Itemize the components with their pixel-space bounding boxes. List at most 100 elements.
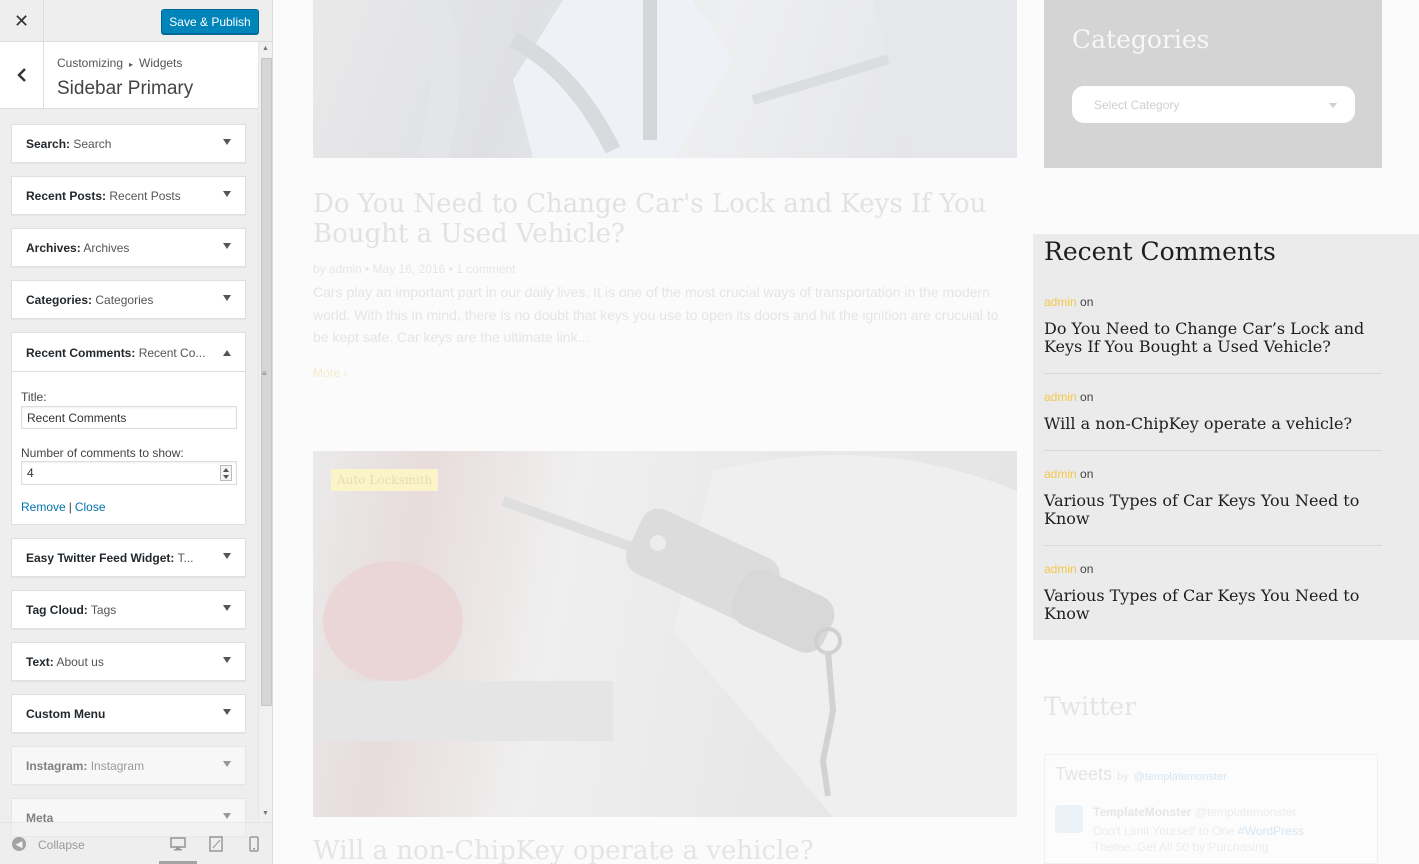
widget-type: Easy Twitter Feed Widget: (26, 551, 175, 565)
expand-arrow-icon[interactable] (223, 605, 231, 611)
comment-author-link[interactable]: admin (1044, 467, 1077, 481)
comment-on-text: on (1076, 562, 1094, 576)
expand-arrow-icon[interactable] (223, 709, 231, 715)
widget-archives[interactable]: Archives: Archives (11, 228, 246, 267)
title-input[interactable]: Recent Comments (21, 406, 237, 429)
widget-title: Archives (83, 241, 130, 255)
number-field-label: Number of comments to show: (21, 446, 184, 460)
tablet-preview-icon[interactable] (209, 836, 223, 852)
comment-author-link[interactable]: admin (1044, 390, 1077, 404)
widget-recent-comments-header[interactable]: Recent Comments: Recent Co... (12, 333, 245, 372)
desktop-preview-icon[interactable] (170, 836, 186, 852)
tweet-text: Don't Limit Yourself to One #WordPress T… (1093, 823, 1343, 855)
scroll-thumb[interactable] (261, 58, 272, 706)
category-select[interactable]: Select Category (1072, 86, 1355, 123)
widget-title: Tags (90, 603, 117, 617)
close-customizer-button[interactable]: ✕ (0, 0, 44, 42)
widget-type: Categories: (26, 293, 93, 307)
widget-title: About us (56, 655, 104, 669)
widget-title: Recent Co... (138, 346, 206, 360)
widget-categories[interactable]: Categories: Categories (11, 280, 246, 319)
list-item: admin on Do You Need to Change Car’s Loc… (1044, 295, 1382, 356)
widget-search[interactable]: Search: Search (11, 124, 246, 163)
close-link[interactable]: Close (75, 500, 106, 514)
back-button[interactable] (0, 42, 44, 108)
chevron-down-icon (1329, 103, 1337, 108)
expand-arrow-icon[interactable] (223, 553, 231, 559)
categories-widget: Categories Select Category (1044, 0, 1382, 168)
widget-twitter-feed[interactable]: Easy Twitter Feed Widget: T... (11, 538, 246, 577)
post2-title[interactable]: Will a non-ChipKey operate a vehicle? (313, 836, 814, 864)
tweets-handle-link[interactable]: @templatemonster (1134, 771, 1227, 783)
list-item: admin on Various Types of Car Keys You N… (1044, 467, 1382, 528)
breadcrumb-separator-icon: ▸ (129, 60, 134, 69)
comment-post-link[interactable]: Various Types of Car Keys You Need to Kn… (1044, 492, 1382, 528)
section-header: Customizing ▸ Widgets Sidebar Primary (0, 42, 258, 109)
expand-arrow-icon[interactable] (223, 139, 231, 145)
widget-type: Recent Comments: (26, 346, 136, 360)
widget-text[interactable]: Text: About us (11, 642, 246, 681)
widget-type: Search: (26, 137, 71, 151)
scrollbar[interactable]: ▲ ≡ ▼ (258, 42, 272, 822)
recent-comments-widget[interactable]: Recent Comments admin on Do You Need to … (1033, 234, 1419, 640)
comment-post-link[interactable]: Will a non-ChipKey operate a vehicle? (1044, 415, 1382, 433)
post1-title[interactable]: Do You Need to Change Car's Lock and Key… (313, 189, 1013, 249)
expand-arrow-icon[interactable] (223, 657, 231, 663)
save-publish-button[interactable]: Save & Publish (161, 9, 259, 34)
expand-arrow-icon[interactable] (223, 243, 231, 249)
customizer-footer: ◀ Collapse (0, 822, 272, 864)
widget-type: Recent Posts: (26, 189, 107, 203)
comment-post-link[interactable]: Various Types of Car Keys You Need to Kn… (1044, 587, 1382, 623)
comment-on-text: on (1076, 467, 1094, 481)
comment-author-link[interactable]: admin (1044, 562, 1077, 576)
post2-image[interactable] (313, 451, 1017, 817)
collapse-button[interactable]: Collapse (38, 838, 85, 852)
widget-type: Instagram: (26, 759, 88, 773)
category-select-placeholder: Select Category (1094, 98, 1180, 112)
stepper-up-icon[interactable] (223, 468, 229, 472)
comment-post-link[interactable]: Do You Need to Change Car’s Lock and Key… (1044, 320, 1382, 356)
comment-author-link[interactable]: admin (1044, 295, 1077, 309)
post1-image[interactable] (313, 0, 1017, 158)
tweets-by: by (1117, 771, 1129, 783)
widget-title: Recent Posts (109, 189, 181, 203)
scroll-down-icon[interactable]: ▼ (262, 810, 269, 817)
tweet-text-part: Theme. Get All 50 by Purchasing (1093, 840, 1269, 854)
mobile-preview-icon[interactable] (249, 836, 259, 852)
collapse-arrow-icon[interactable] (223, 350, 231, 356)
quantity-stepper[interactable] (220, 465, 232, 481)
site-preview: Do You Need to Change Car's Lock and Key… (274, 0, 1419, 864)
expand-arrow-icon[interactable] (223, 295, 231, 301)
collapse-icon[interactable]: ◀ (12, 837, 26, 851)
number-of-comments-input[interactable]: 4 (21, 461, 237, 485)
tweets-label: Tweets (1055, 764, 1113, 784)
tweet-author-handle[interactable]: @templatemonster (1195, 805, 1297, 819)
widget-tag-cloud[interactable]: Tag Cloud: Tags (11, 590, 246, 629)
widget-title: Instagram (90, 759, 145, 773)
comment-on-text: on (1076, 295, 1094, 309)
widget-type: Text: (26, 655, 54, 669)
car-key-photo-icon (313, 455, 1017, 817)
widget-type: Custom Menu (26, 707, 106, 721)
expand-arrow-icon[interactable] (223, 813, 231, 819)
stepper-down-icon[interactable] (223, 475, 229, 479)
tweet-author-name[interactable]: TemplateMonster (1093, 805, 1191, 819)
expand-arrow-icon[interactable] (223, 761, 231, 767)
widget-title: T... (177, 551, 194, 565)
divider (1044, 450, 1382, 451)
widget-instagram[interactable]: Instagram: Instagram (11, 746, 246, 785)
scroll-up-icon[interactable]: ▲ (262, 45, 269, 52)
post2-category-badge[interactable]: Auto Locksmith (331, 469, 439, 491)
widget-recent-posts[interactable]: Recent Posts: Recent Posts (11, 176, 246, 215)
section-title: Sidebar Primary (57, 78, 194, 99)
post1-more-link[interactable]: More › (313, 366, 348, 380)
driver-photo-icon (411, 0, 1017, 158)
widget-custom-menu[interactable]: Custom Menu (11, 694, 246, 733)
chevron-left-icon (16, 68, 26, 82)
avatar[interactable] (1055, 805, 1083, 833)
scroll-grip-icon: ≡ (262, 369, 267, 378)
expand-arrow-icon[interactable] (223, 191, 231, 197)
remove-link[interactable]: Remove (21, 500, 66, 514)
divider (1044, 373, 1382, 374)
tweet-hashtag-link[interactable]: #WordPress (1238, 824, 1304, 838)
